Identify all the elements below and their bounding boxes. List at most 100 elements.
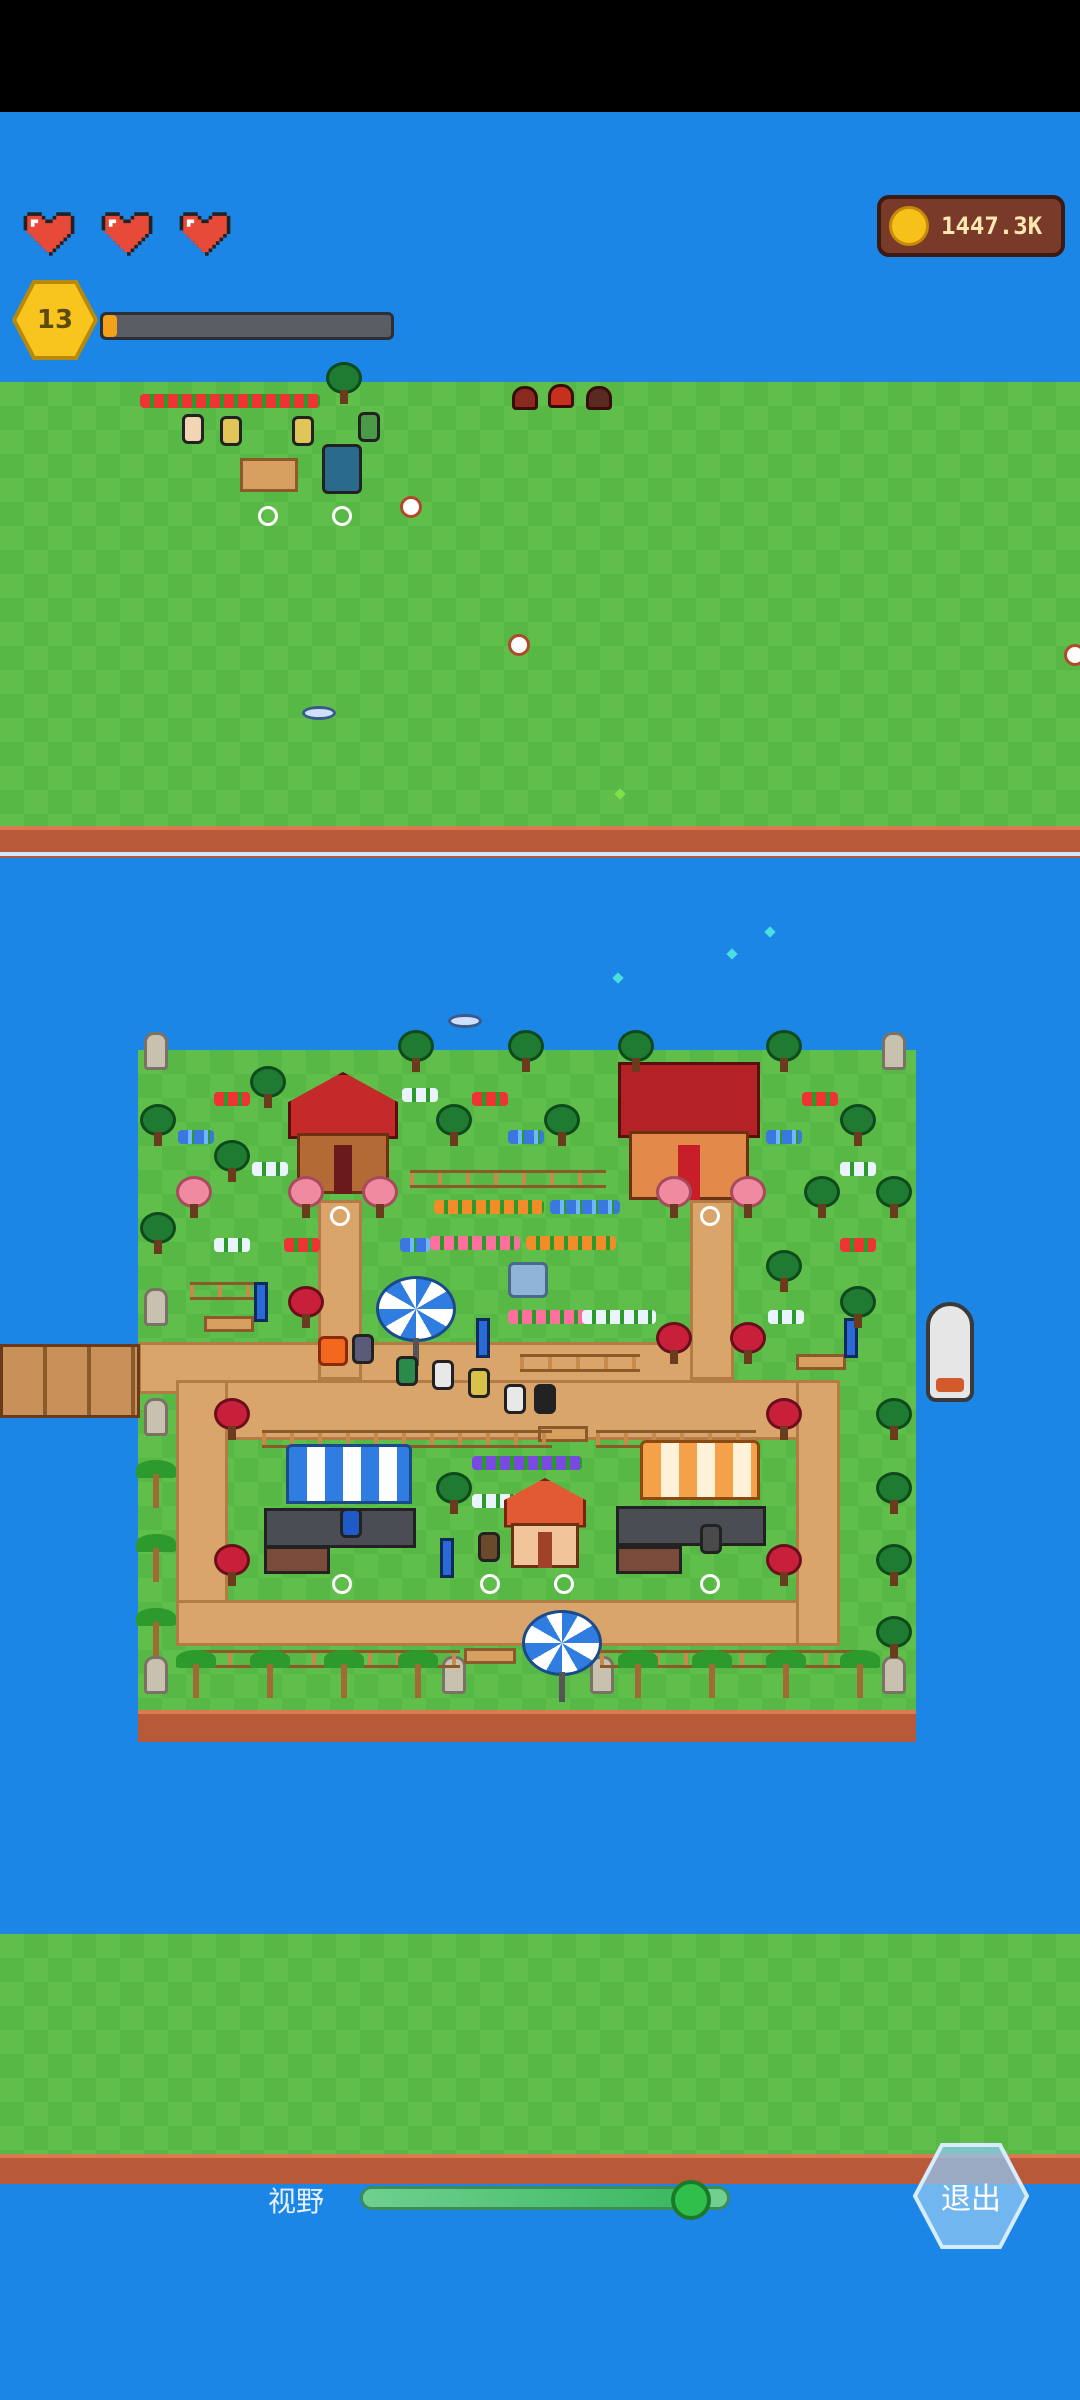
coin-icon [889,206,929,246]
dirt-path [176,1600,840,1646]
tree [544,1104,580,1148]
fountain[interactable] [508,1262,548,1298]
fence [520,1354,640,1372]
flower-bed [434,1200,544,1214]
chicken[interactable] [1064,644,1080,666]
workbench[interactable] [240,458,298,492]
flower-bed [840,1162,876,1176]
tree [618,1030,654,1074]
mushroom[interactable] [512,386,538,410]
scarecrow[interactable] [292,416,314,446]
pink-tree [730,1176,766,1220]
beach-umbrella [522,1610,602,1676]
house-door [334,1145,352,1194]
lamp-post [440,1538,454,1578]
goblin[interactable] [358,412,380,442]
level-badge[interactable]: 13 [12,280,98,360]
small-house[interactable] [504,1478,586,1568]
heart-icon [176,205,234,263]
villager[interactable] [468,1368,490,1398]
chicken[interactable] [508,634,530,656]
build-slot[interactable] [700,1206,720,1226]
shopkeeper[interactable] [340,1508,362,1538]
scarecrow[interactable] [220,416,242,446]
campfire[interactable] [318,1336,348,1366]
market-stall-orange-awning[interactable] [640,1440,760,1500]
build-slot[interactable] [700,1574,720,1594]
shopkeeper[interactable] [700,1524,722,1554]
red-tree [656,1322,692,1366]
top-field[interactable] [0,382,1080,826]
build-slot[interactable] [258,506,278,526]
house-roof [504,1478,586,1528]
build-slot[interactable] [480,1574,500,1594]
palm-tree [324,1650,364,1700]
dirt-path [796,1380,840,1646]
tree [140,1104,176,1148]
tree [876,1398,912,1442]
xp-progress-bar [100,312,394,340]
statue [144,1288,168,1326]
bench[interactable] [464,1648,516,1664]
view-zoom-fill [363,2189,691,2207]
tree [804,1176,840,1220]
tree [876,1616,912,1660]
bench[interactable] [204,1316,254,1332]
palm-tree [136,1534,176,1584]
boat[interactable] [926,1302,974,1402]
main-island-shore [138,1710,916,1742]
coin-amount: 1447.3K [941,212,1043,240]
tree [876,1176,912,1220]
villager[interactable] [504,1384,526,1414]
crop-row [140,394,320,408]
build-slot[interactable] [332,1574,352,1594]
dirt-path [690,1200,734,1380]
bird[interactable] [448,1014,482,1028]
market-stall-blue-awning[interactable] [286,1444,412,1504]
flower-bed [526,1236,616,1250]
pink-tree [656,1176,692,1220]
bench[interactable] [796,1354,846,1370]
villager[interactable] [432,1360,454,1390]
xp-progress-fill [103,315,118,337]
villager[interactable] [396,1356,418,1386]
villager[interactable] [534,1384,556,1414]
view-zoom-thumb[interactable] [670,2180,711,2220]
build-slot[interactable] [554,1574,574,1594]
tree [214,1140,250,1184]
flower-bed [550,1200,620,1214]
bird[interactable] [302,706,336,720]
build-slot[interactable] [330,1206,350,1226]
build-slot[interactable] [332,506,352,526]
pink-tree [176,1176,212,1220]
farmer[interactable] [182,414,204,444]
heart-icon [98,205,156,263]
red-tree [214,1544,250,1588]
tree [508,1030,544,1074]
dock[interactable] [0,1344,140,1418]
statue [144,1398,168,1436]
coin-counter[interactable]: 1447.3K [877,195,1065,257]
bottom-field[interactable] [0,1934,1080,2158]
tree [840,1286,876,1330]
market-stall-orange-counter[interactable] [616,1506,766,1546]
chicken[interactable] [400,496,422,518]
villager[interactable] [478,1532,500,1562]
mushroom[interactable] [586,386,612,410]
flower-bed [178,1130,214,1144]
exit-button[interactable]: 退出 [912,2142,1030,2250]
flower-bed [284,1238,320,1252]
palm-tree [398,1650,438,1700]
status-bar [0,0,1080,112]
flower-bed [840,1238,876,1252]
statue [144,1032,168,1070]
view-zoom-slider[interactable] [360,2180,730,2220]
tractor[interactable] [322,444,362,494]
mushroom[interactable] [548,384,574,408]
flower-bed [400,1238,430,1252]
top-field-foam [0,852,1080,856]
villager[interactable] [352,1334,374,1364]
umbrella-pole [559,1672,565,1702]
red-tree [288,1286,324,1330]
tree [436,1472,472,1516]
